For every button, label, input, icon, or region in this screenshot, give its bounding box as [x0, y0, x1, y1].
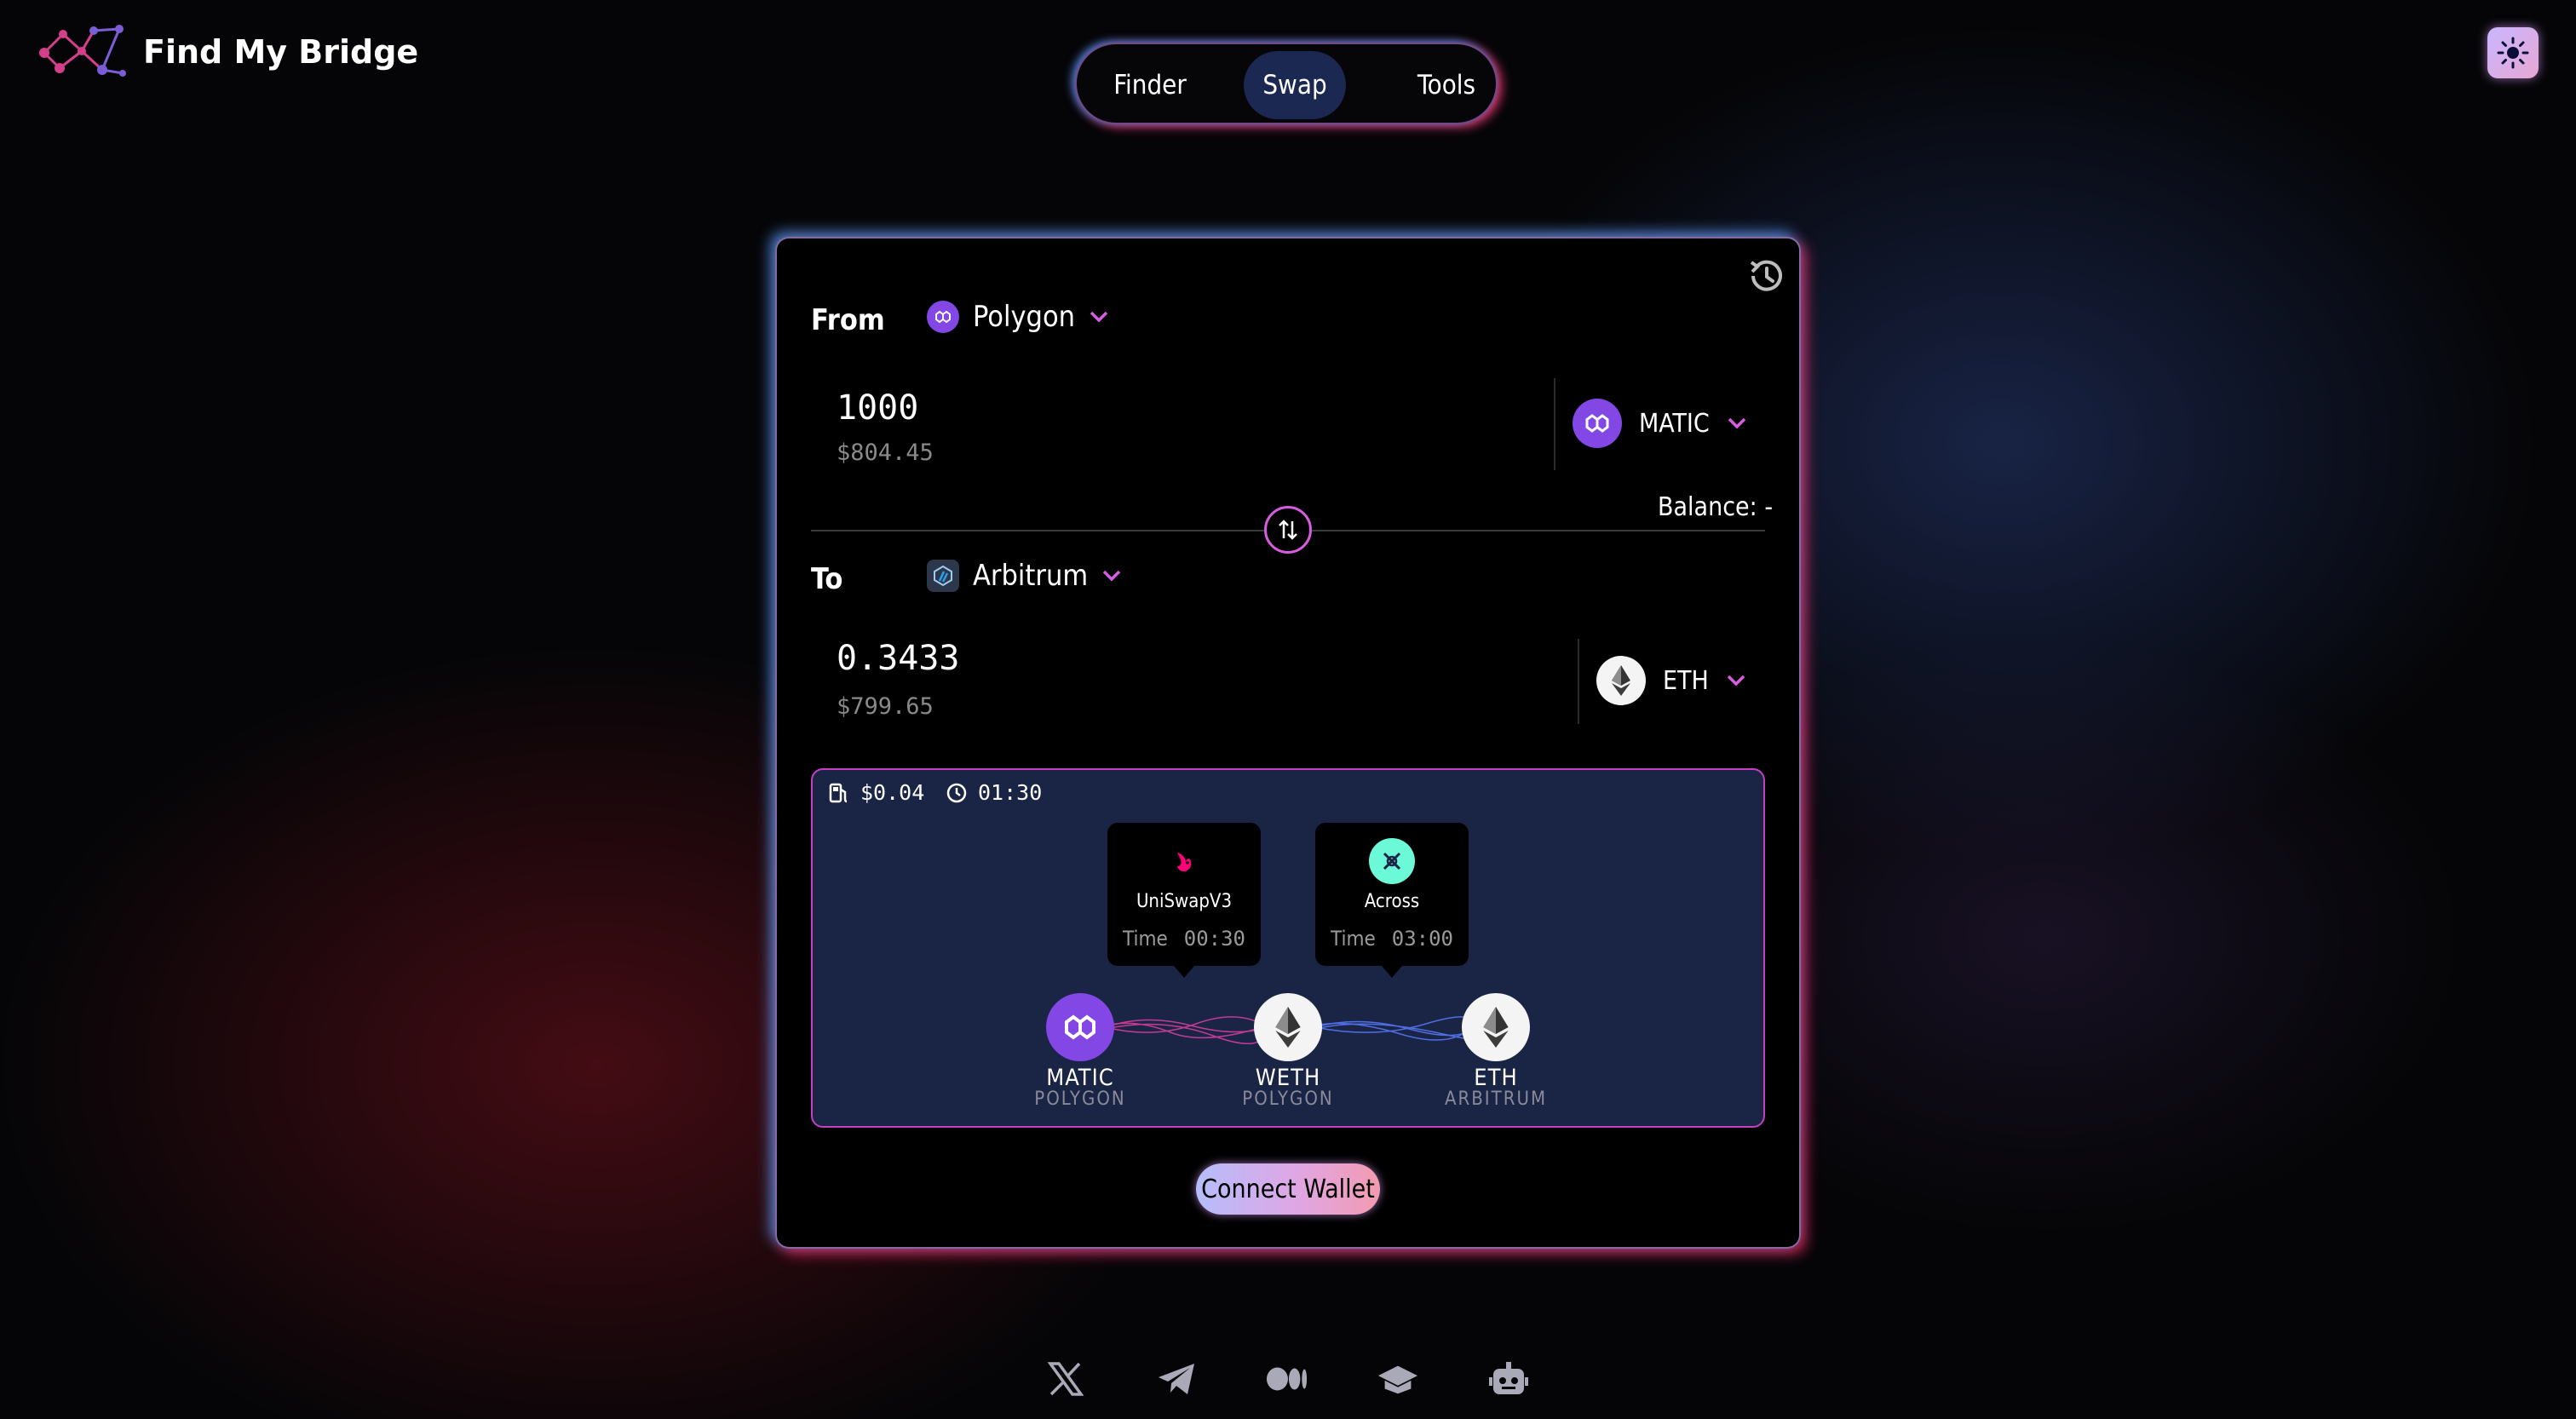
from-label: From: [811, 303, 885, 337]
tab-tools[interactable]: Tools: [1412, 44, 1481, 126]
from-balance: Balance: -: [1658, 492, 1774, 522]
from-usd-value: $804.45: [837, 439, 934, 466]
arbitrum-icon: [927, 560, 959, 592]
tab-swap[interactable]: Swap: [1244, 51, 1346, 119]
node-symbol: MATIC: [1046, 1065, 1114, 1091]
from-amount-input[interactable]: 1000: [837, 388, 918, 428]
route-node-eth: [1462, 993, 1530, 1061]
polygon-icon: [927, 301, 959, 333]
social-links: [1044, 1358, 1530, 1400]
eth-icon: [1275, 1007, 1301, 1048]
matic-icon: [1065, 1014, 1095, 1040]
sun-icon: [2497, 37, 2529, 69]
chevron-down-icon: [1090, 311, 1108, 323]
docs-icon[interactable]: [1377, 1358, 1419, 1400]
from-chain-selector[interactable]: Polygon: [927, 300, 1109, 334]
node-symbol: WETH: [1255, 1065, 1321, 1091]
eth-icon: [1596, 656, 1646, 705]
to-amount-output: 0.3433: [837, 639, 960, 678]
logo-icon: [39, 25, 126, 77]
to-chain-name: Arbitrum: [973, 559, 1089, 593]
to-token-symbol: ETH: [1663, 665, 1709, 696]
swap-arrows-icon: [1279, 520, 1297, 540]
x-icon[interactable]: [1044, 1358, 1087, 1400]
app-title: Find My Bridge: [143, 33, 419, 71]
chevron-down-icon: [1102, 570, 1121, 582]
route-node-weth: [1254, 993, 1322, 1061]
chevron-down-icon: [1727, 675, 1745, 687]
logo[interactable]: Find My Bridge: [34, 24, 418, 80]
swap-card: From Polygon 1000 $804.45 MATIC Balance:…: [775, 237, 1801, 1249]
swap-direction-button[interactable]: [1264, 506, 1312, 554]
from-token-symbol: MATIC: [1639, 408, 1710, 439]
to-chain-selector[interactable]: Arbitrum: [927, 559, 1122, 593]
matic-icon: [1573, 399, 1622, 448]
to-label: To: [811, 562, 843, 596]
main-nav: Finder Swap Tools: [1075, 43, 1498, 124]
tab-finder[interactable]: Finder: [1107, 44, 1193, 126]
eth-icon: [1483, 1007, 1509, 1048]
from-token-selector[interactable]: MATIC: [1573, 399, 1747, 448]
route-node-matic: [1046, 993, 1114, 1061]
connect-wallet-button[interactable]: Connect Wallet: [1196, 1163, 1380, 1215]
route-panel[interactable]: $0.04 01:30 UniSwapV3 Time 00:30 Across …: [811, 768, 1765, 1128]
divider: [1578, 639, 1579, 724]
divider: [1554, 378, 1555, 470]
from-chain-name: Polygon: [973, 300, 1076, 334]
chevron-down-icon: [1728, 417, 1745, 429]
node-chain: ARBITRUM: [1444, 1089, 1548, 1110]
node-chain: POLYGON: [1242, 1089, 1334, 1110]
bot-icon[interactable]: [1487, 1358, 1530, 1400]
history-icon[interactable]: [1745, 254, 1789, 298]
to-usd-value: $799.65: [837, 693, 934, 720]
medium-icon[interactable]: [1266, 1358, 1308, 1400]
theme-toggle-button[interactable]: [2487, 27, 2539, 78]
node-chain: POLYGON: [1034, 1089, 1126, 1110]
telegram-icon[interactable]: [1155, 1358, 1198, 1400]
to-token-selector[interactable]: ETH: [1596, 656, 1746, 705]
node-symbol: ETH: [1474, 1065, 1518, 1091]
